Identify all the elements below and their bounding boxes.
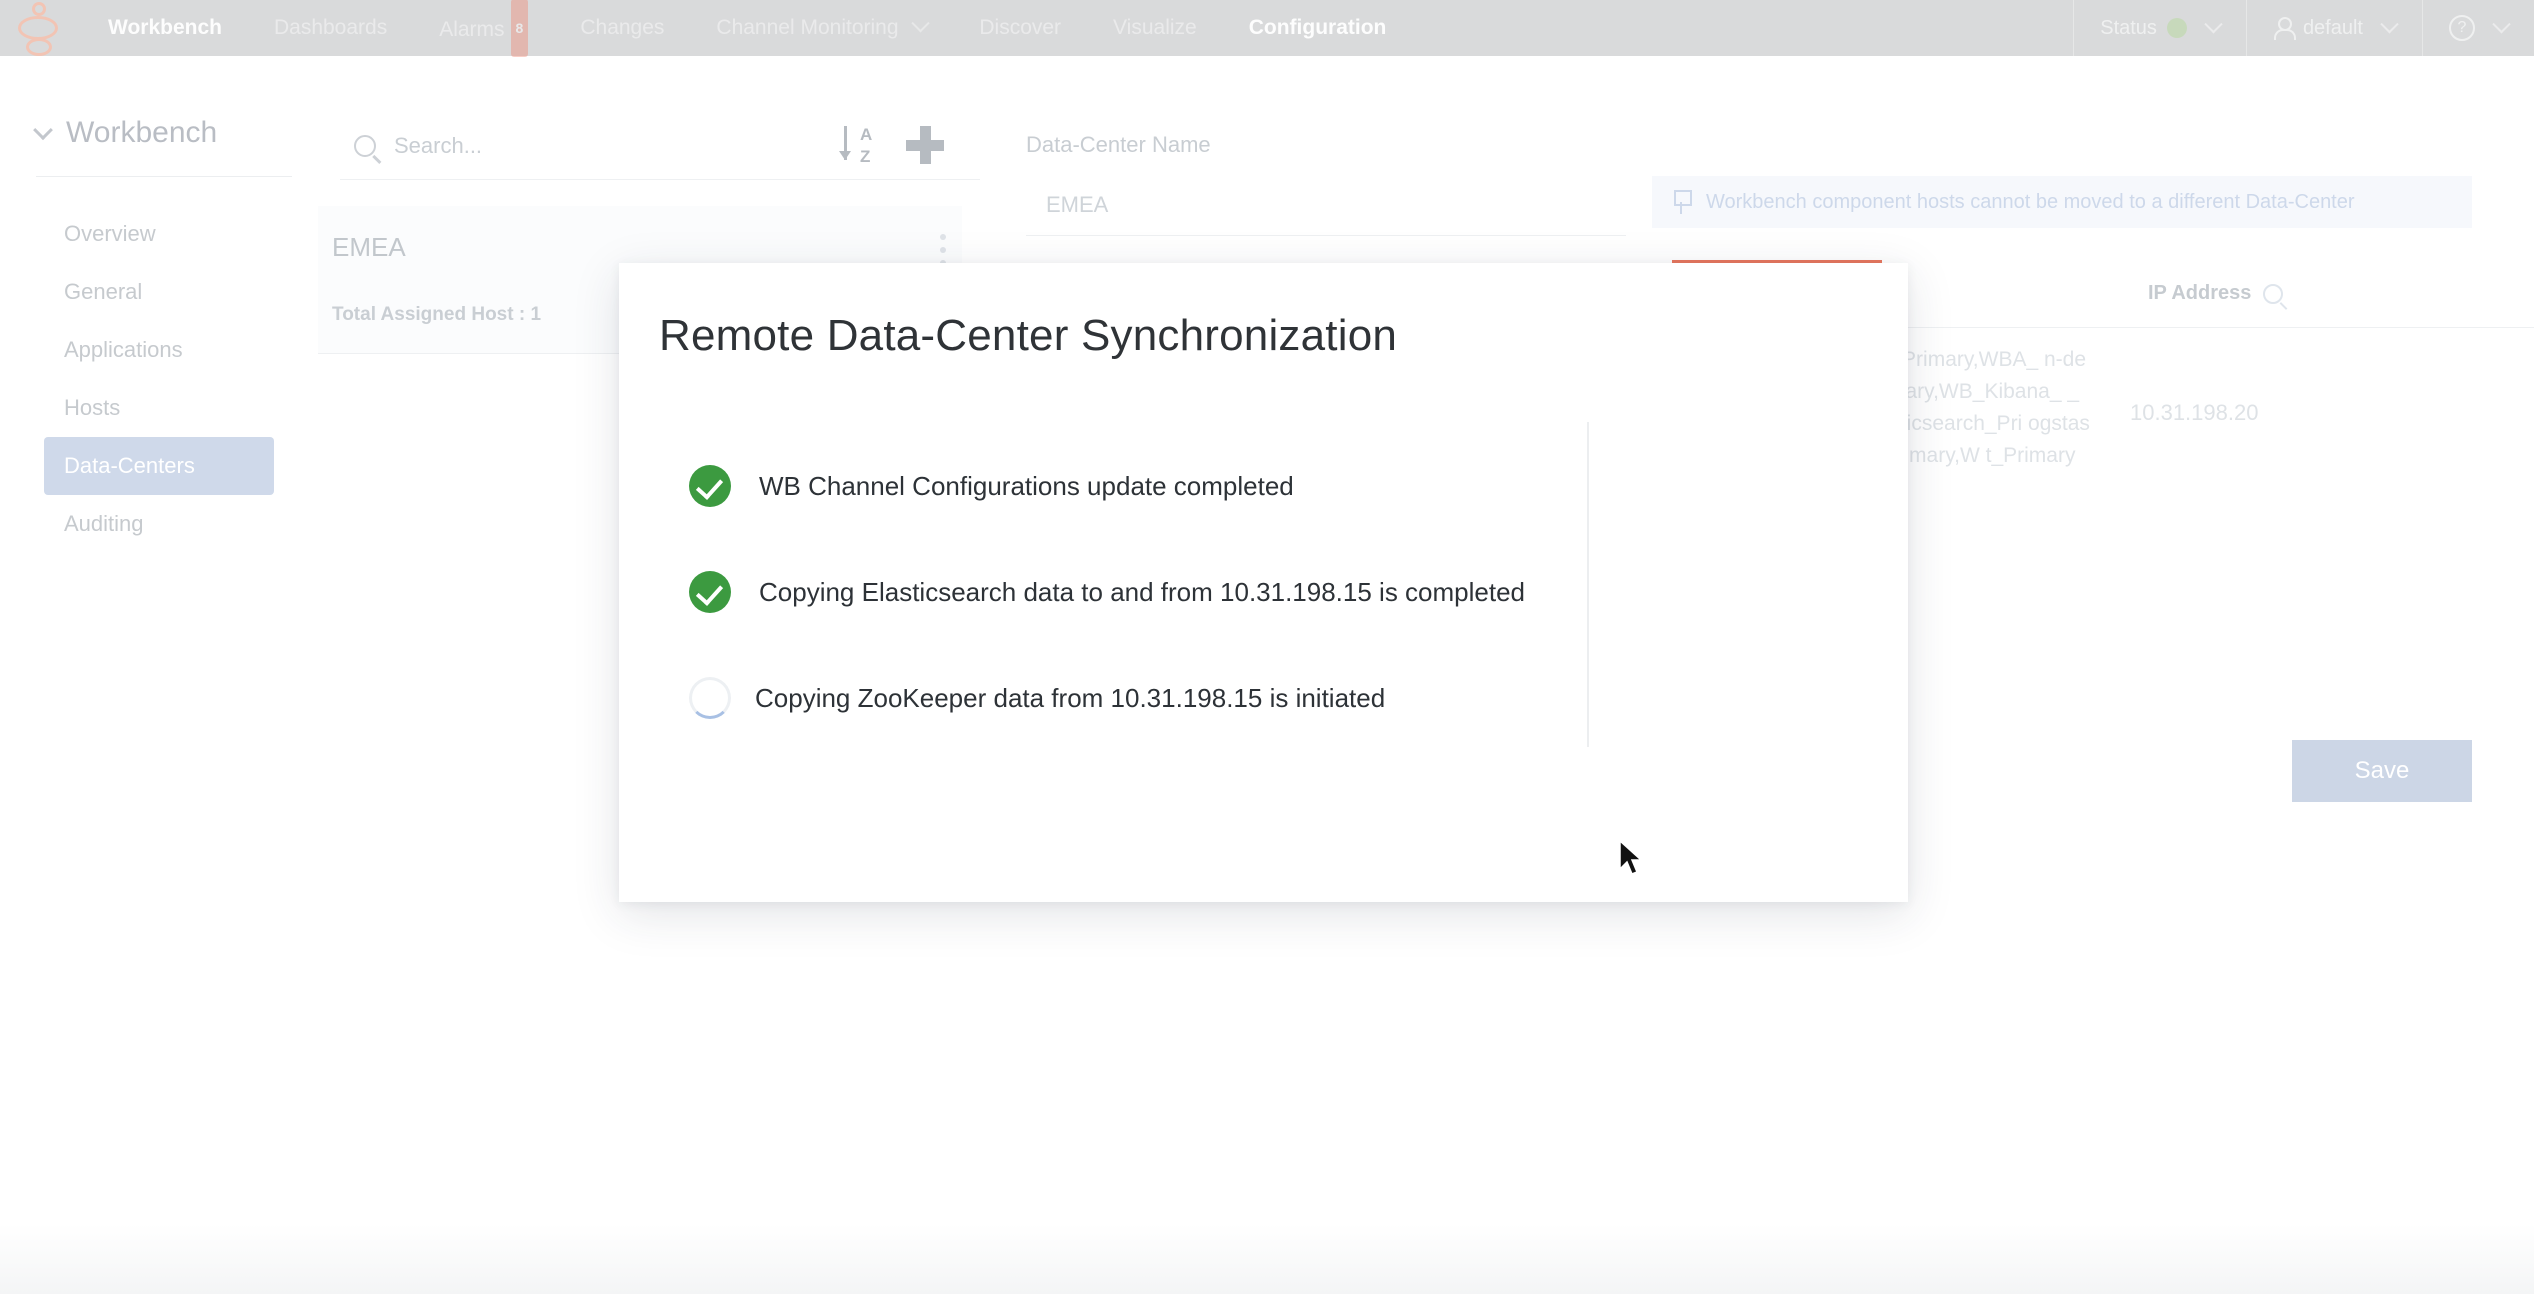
sidebar-item-label: Applications xyxy=(64,337,183,362)
status-label: Status xyxy=(2100,16,2157,39)
sidebar-item-general[interactable]: General xyxy=(44,263,300,321)
status-ok-icon xyxy=(2166,18,2187,38)
sync-step-label: Copying ZooKeeper data from 10.31.198.15… xyxy=(755,682,1386,713)
sidebar-section-title: Workbench xyxy=(66,116,218,149)
nav-item-label: Configuration xyxy=(1248,16,1387,39)
status-menu[interactable]: Status xyxy=(2074,0,2246,56)
sidebar-section-header[interactable]: Workbench xyxy=(0,56,318,150)
search-icon[interactable] xyxy=(2263,283,2284,304)
sidebar-item-label: Data-Centers xyxy=(64,453,195,478)
sync-step: Copying Elasticsearch data to and from 1… xyxy=(659,539,1839,645)
dialog-title: Remote Data-Center Synchronization xyxy=(659,311,1398,360)
data-center-name-input[interactable]: EMEA xyxy=(1026,174,1626,236)
data-center-name: EMEA xyxy=(332,232,406,262)
nav-item-label: Changes xyxy=(580,16,665,39)
save-button[interactable]: Save xyxy=(2292,740,2472,802)
sort-arrow-icon xyxy=(839,126,850,160)
notice-text: Workbench component hosts cannot be move… xyxy=(1706,190,2355,213)
chevron-down-icon xyxy=(2204,14,2223,33)
nav-item-discover[interactable]: Discover xyxy=(953,0,1087,56)
spinner-icon xyxy=(689,677,731,719)
user-icon xyxy=(2273,17,2296,40)
sidebar-item-data-centers[interactable]: Data-Centers xyxy=(44,437,274,495)
sidebar-item-overview[interactable]: Overview xyxy=(44,205,300,263)
sidebar-item-hosts[interactable]: Hosts xyxy=(44,379,300,437)
column-label: IP Address xyxy=(2148,282,2252,304)
search-icon xyxy=(354,134,376,157)
column-header-ip-address[interactable]: IP Address xyxy=(2148,282,2284,305)
chevron-down-icon xyxy=(33,120,53,141)
more-options-icon[interactable] xyxy=(940,234,946,266)
help-menu[interactable]: ? xyxy=(2423,0,2534,56)
nav-brand[interactable]: Workbench xyxy=(82,0,248,56)
sync-step-label: Copying Elasticsearch data to and from 1… xyxy=(759,576,1526,607)
nav-item-label: Channel Monitoring xyxy=(716,16,899,39)
nav-item-alarms[interactable]: Alarms 8 xyxy=(413,0,554,58)
pin-icon xyxy=(1672,190,1692,214)
chevron-down-icon xyxy=(2380,14,2399,33)
sync-step-label: WB Channel Configurations update complet… xyxy=(759,470,1294,501)
sidebar-item-label: General xyxy=(64,279,143,304)
sidebar-item-label: Hosts xyxy=(64,395,121,420)
user-menu[interactable]: default xyxy=(2247,0,2422,56)
app-root: Workbench Dashboards Alarms 8 Changes Cha… xyxy=(0,0,2534,1294)
nav-brand-label: Workbench xyxy=(108,16,222,39)
sidebar-item-applications[interactable]: Applications xyxy=(44,321,300,379)
chevron-down-icon xyxy=(911,14,931,33)
search-placeholder: Search... xyxy=(394,132,483,158)
data-center-host-count: Total Assigned Host : 1 xyxy=(332,304,542,325)
sort-letter-a: A xyxy=(860,125,873,144)
nav-item-channel-monitoring[interactable]: Channel Monitoring xyxy=(690,0,953,56)
sidebar-item-auditing[interactable]: Auditing xyxy=(44,495,300,553)
sort-letters: A Z xyxy=(860,124,872,168)
sidebar-item-label: Overview xyxy=(64,221,156,246)
host-ip-cell: 10.31.198.20 xyxy=(2130,400,2259,425)
check-circle-icon xyxy=(689,465,731,507)
sync-step: WB Channel Configurations update complet… xyxy=(659,433,1839,539)
sync-step-list: WB Channel Configurations update complet… xyxy=(659,433,1839,751)
user-label: default xyxy=(2302,16,2363,39)
nav-item-label: Alarms xyxy=(439,17,505,41)
sidebar: Workbench Overview General Applications … xyxy=(0,56,318,1294)
chevron-down-icon xyxy=(2492,14,2511,33)
nav-item-label: Discover xyxy=(979,16,1062,39)
sync-step: Copying ZooKeeper data from 10.31.198.15… xyxy=(659,645,1839,751)
check-circle-icon xyxy=(689,571,731,613)
nav-item-changes[interactable]: Changes xyxy=(554,0,690,56)
page-bottom-fade xyxy=(0,1224,2534,1294)
nav-item-dashboards[interactable]: Dashboards xyxy=(248,0,413,56)
sort-letter-z: Z xyxy=(860,147,871,166)
top-navigation-bar: Workbench Dashboards Alarms 8 Changes Cha… xyxy=(0,0,2534,58)
nav-item-label: Dashboards xyxy=(273,16,388,39)
remote-sync-dialog: Remote Data-Center Synchronization WB Ch… xyxy=(619,263,1908,902)
alarms-count-badge: 8 xyxy=(510,0,529,57)
nav-item-visualize[interactable]: Visualize xyxy=(1087,0,1223,56)
divider xyxy=(36,176,292,177)
nav-right-group: Status default ? xyxy=(2073,0,2534,56)
help-icon: ? xyxy=(2449,15,2475,41)
sidebar-item-label: Auditing xyxy=(64,511,144,536)
product-logo xyxy=(0,0,82,56)
nav-item-configuration[interactable]: Configuration xyxy=(1223,0,1413,56)
add-data-center-button[interactable] xyxy=(906,126,944,164)
move-hosts-notice: Workbench component hosts cannot be move… xyxy=(1652,176,2472,228)
data-center-name-label: Data-Center Name xyxy=(1026,132,1211,157)
nav-item-label: Visualize xyxy=(1113,16,1197,39)
sort-az-button[interactable]: A Z xyxy=(838,118,888,174)
